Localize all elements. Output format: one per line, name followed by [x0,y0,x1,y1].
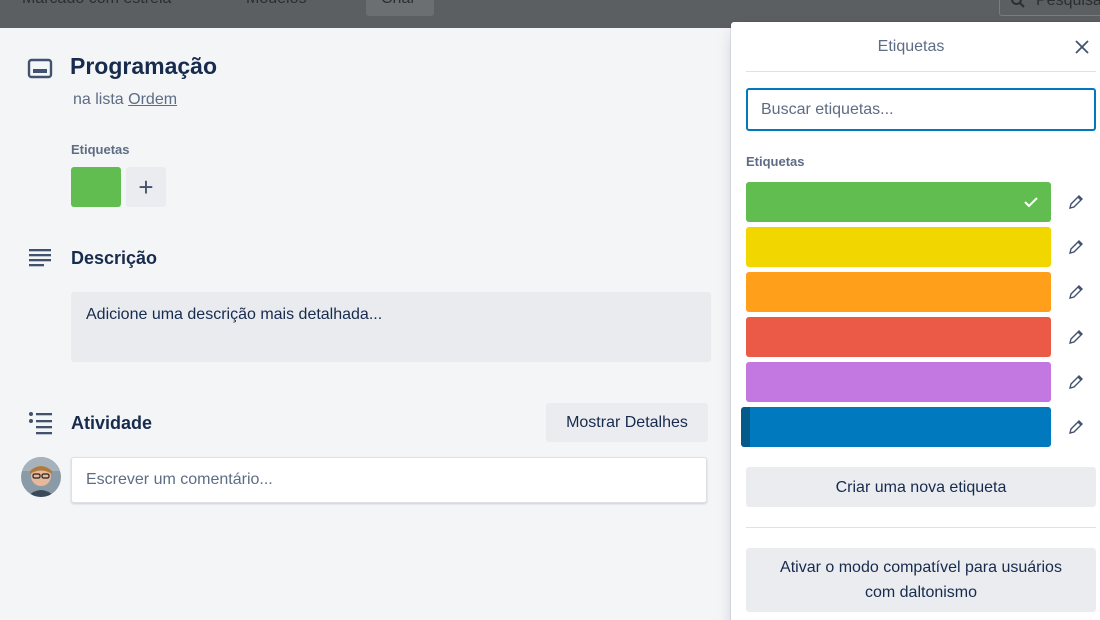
label-swatch-yellow[interactable] [746,227,1051,267]
list-prefix: na lista [73,91,124,108]
labels-popover: Etiquetas Etiquetas Criar uma nova etiqu… [731,22,1100,620]
description-heading: Descrição [71,248,158,268]
create-button[interactable]: Criar [366,0,434,16]
header-search[interactable]: Pesquisar [999,0,1100,16]
popover-divider [746,527,1096,528]
comment-input[interactable] [71,457,707,503]
description-icon [29,249,51,267]
user-photo [21,457,61,497]
applied-label-green[interactable] [71,167,121,207]
add-label-button[interactable]: + [126,167,166,207]
list-link[interactable]: Ordem [128,91,177,108]
card-list-info: na lista Ordem [73,91,177,109]
nav-starred[interactable]: Marcado com estrela [22,0,171,8]
colorblind-mode-button[interactable]: Ativar o modo compatível para usuários c… [746,548,1096,612]
label-swatch-green[interactable] [746,182,1051,222]
create-button-label: Criar [381,0,416,8]
pencil-icon[interactable] [1067,283,1085,301]
label-swatch-orange[interactable] [746,272,1051,312]
checkmark-icon [1024,197,1038,208]
label-search-input[interactable] [746,88,1096,131]
card-title[interactable]: Programação [70,53,217,80]
header-search-label: Pesquisar [1036,0,1100,9]
pencil-icon[interactable] [1067,328,1085,346]
description-box[interactable]: Adicione uma descrição mais detalhada... [71,292,711,362]
popover-divider [746,71,1096,72]
nav-templates[interactable]: Modelos [246,0,306,8]
create-label-button[interactable]: Criar uma nova etiqueta [746,467,1096,507]
close-icon[interactable] [1073,38,1091,56]
avatar[interactable] [21,457,61,497]
popover-labels-heading: Etiquetas [746,154,805,169]
pencil-icon[interactable] [1067,238,1085,256]
activity-icon [29,412,52,435]
colorblind-line-1: Ativar o modo compatível para usuários [780,559,1062,576]
show-details-button[interactable]: Mostrar Detalhes [546,403,708,442]
label-swatch-blue[interactable] [741,407,1051,447]
label-swatch-purple[interactable] [746,362,1051,402]
labels-heading: Etiquetas [71,142,130,157]
search-icon [1011,0,1025,8]
colorblind-line-2: com daltonismo [864,584,978,601]
label-swatch-red[interactable] [746,317,1051,357]
popover-title: Etiquetas [877,38,945,55]
pencil-icon[interactable] [1067,193,1085,211]
card-icon [27,58,53,79]
pencil-icon[interactable] [1067,418,1085,436]
pencil-icon[interactable] [1067,373,1085,391]
activity-heading: Atividade [71,413,153,433]
